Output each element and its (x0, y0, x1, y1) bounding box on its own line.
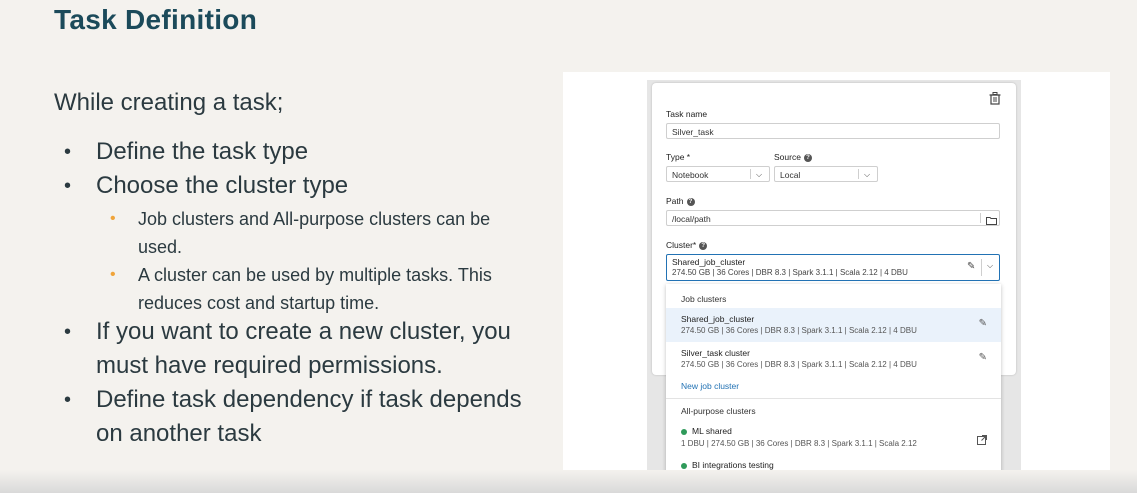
help-icon[interactable]: ? (699, 241, 708, 250)
help-icon[interactable]: ? (686, 197, 695, 206)
cluster-option-meta: 1 DBU | 274.50 GB | 36 Cores | DBR 8.3 |… (681, 439, 917, 448)
slide-intro: While creating a task; (54, 89, 284, 116)
cluster-dropdown: Job clusters Shared_job_cluster 274.50 G… (666, 284, 1001, 474)
help-icon[interactable]: ? (803, 153, 812, 162)
path-value: /local/path (672, 214, 711, 224)
cluster-option[interactable]: Shared_job_cluster 274.50 GB | 36 Cores … (666, 308, 1001, 342)
cluster-option-name: Silver_task cluster (681, 348, 750, 358)
bullet-list: Define the task type Choose the cluster … (64, 135, 534, 203)
status-dot-icon (681, 462, 687, 469)
pencil-icon[interactable]: ✎ (967, 261, 975, 272)
trash-icon[interactable] (989, 92, 1001, 105)
all-purpose-header: All-purpose clusters (681, 406, 756, 416)
cluster-option-name-wrap: BI integrations testing (681, 460, 774, 470)
bullet-list-continued: If you want to create a new cluster, you… (64, 315, 534, 451)
folder-icon[interactable] (986, 214, 997, 230)
cluster-select[interactable]: Shared_job_cluster 274.50 GB | 36 Cores … (666, 254, 1000, 281)
cluster-option-name: ML shared (692, 426, 732, 436)
cluster-option[interactable]: ML shared 1 DBU | 274.50 GB | 36 Cores |… (666, 421, 1001, 453)
sub-bullet-list: Job clusters and All-purpose clusters ca… (110, 205, 530, 317)
source-select[interactable]: Local ⌵ (774, 166, 878, 182)
cluster-option-name: BI integrations testing (692, 460, 774, 470)
chevron-down-icon: ⌵ (864, 170, 871, 179)
cluster-selected-meta: 274.50 GB | 36 Cores | DBR 8.3 | Spark 3… (672, 268, 908, 277)
task-name-input[interactable]: Silver_task (666, 123, 1000, 139)
external-link-icon[interactable] (977, 432, 987, 450)
cluster-label: Cluster* (666, 240, 697, 250)
pencil-icon[interactable]: ✎ (979, 352, 987, 363)
new-job-cluster-link[interactable]: New job cluster (681, 381, 739, 391)
bullet-item: Choose the cluster type (64, 169, 534, 203)
chevron-down-icon: ⌵ (756, 170, 763, 179)
type-label: Type * (666, 152, 691, 162)
divider (666, 398, 1001, 399)
slide-title: Task Definition (54, 4, 258, 35)
source-label-wrap: Source? (774, 152, 812, 162)
cluster-label-wrap: Cluster*? (666, 240, 708, 250)
job-clusters-header: Job clusters (681, 294, 727, 304)
path-input[interactable]: /local/path (666, 210, 1000, 226)
sub-bullet-item: Job clusters and All-purpose clusters ca… (110, 205, 530, 261)
cluster-option-name: Shared_job_cluster (681, 314, 755, 324)
task-name-label: Task name (666, 109, 708, 119)
source-label: Source (774, 152, 801, 162)
sub-bullet-item: A cluster can be used by multiple tasks.… (110, 261, 530, 317)
cluster-option-meta: 274.50 GB | 36 Cores | DBR 8.3 | Spark 3… (681, 326, 917, 335)
bottom-fade (0, 470, 1137, 493)
type-value: Notebook (672, 170, 709, 180)
source-value: Local (780, 170, 801, 180)
cluster-selected-name: Shared_job_cluster (672, 257, 746, 267)
type-select[interactable]: Notebook ⌵ (666, 166, 770, 182)
cluster-option[interactable]: Silver_task cluster 274.50 GB | 36 Cores… (666, 343, 1001, 375)
bullet-item: If you want to create a new cluster, you… (64, 315, 534, 383)
path-label-wrap: Path? (666, 196, 695, 206)
pencil-icon[interactable]: ✎ (979, 318, 987, 329)
bullet-item: Define the task type (64, 135, 534, 169)
chevron-down-icon[interactable]: ⌵ (987, 261, 993, 271)
bullet-item: Define task dependency if task depends o… (64, 383, 534, 451)
path-label: Path (666, 196, 684, 206)
cluster-option-meta: 274.50 GB | 36 Cores | DBR 8.3 | Spark 3… (681, 360, 917, 369)
status-dot-icon (681, 428, 687, 435)
cluster-option-name-wrap: ML shared (681, 426, 732, 436)
